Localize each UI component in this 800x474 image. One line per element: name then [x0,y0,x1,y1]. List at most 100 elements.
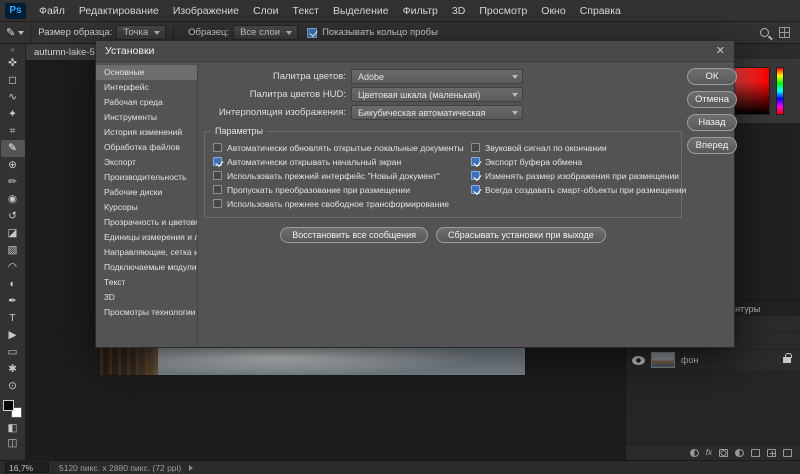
checkbox[interactable] [471,143,480,152]
menu-item[interactable]: 3D [445,0,472,21]
menu-item[interactable]: Выделение [326,0,396,21]
toolbar-collapse-icon[interactable]: » [10,45,14,55]
menu-item[interactable]: Просмотр [472,0,534,21]
brush-tool[interactable]: ✏ [1,174,25,191]
layer-effects-icon[interactable]: fx [706,448,712,457]
checkbox[interactable] [213,157,222,166]
color-picker-select[interactable]: Adobe [351,69,523,84]
dialog-title-bar[interactable]: Установки ✕ [96,41,734,62]
interpolation-select[interactable]: Бикубическая автоматическая [351,105,523,120]
blur-tool[interactable]: ◠ [1,259,25,276]
search-icon[interactable] [760,28,769,37]
checkbox[interactable] [213,171,222,180]
reset-all-warnings-button[interactable]: Восстановить все сообщения [280,227,428,243]
pen-tool[interactable]: ✒ [1,293,25,310]
preferences-category[interactable]: Направляющие, сетка и фрагменты [96,245,197,260]
checkbox[interactable] [471,157,480,166]
preferences-category[interactable]: Текст [96,275,197,290]
checkbox[interactable] [213,185,222,194]
workspace-switcher-icon[interactable] [779,27,790,38]
quick-selection-tool[interactable]: ✦ [1,106,25,123]
eyedropper-tool[interactable]: ✎ [1,140,25,157]
preferences-category[interactable]: Интерфейс [96,80,197,95]
history-brush-tool[interactable]: ↺ [1,208,25,225]
menu-item[interactable]: Справка [573,0,628,21]
preferences-category[interactable]: Прозрачность и цветовой охват [96,215,197,230]
layer-row-background[interactable]: фон [626,350,800,370]
menu-item[interactable]: Текст [286,0,326,21]
menu-item[interactable]: Файл [32,0,72,21]
checkbox-label: Звуковой сигнал по окончании [485,143,607,153]
dodge-tool[interactable]: ◐ [1,276,25,293]
cancel-button[interactable]: Отмена [687,91,737,108]
reset-preferences-on-quit-button[interactable]: Сбрасывать установки при выходе [436,227,606,243]
sample-size-select[interactable]: Точка [116,25,166,40]
eraser-tool[interactable]: ◪ [1,225,25,242]
gradient-tool[interactable]: ▧ [1,242,25,259]
lasso-tool[interactable]: ∿ [1,89,25,106]
preferences-category-list: Основные Интерфейс Рабочая среда Инструм… [96,62,198,347]
type-tool[interactable]: T [1,310,25,327]
preferences-category[interactable]: Основные [96,65,197,80]
preferences-category[interactable]: Обработка файлов [96,140,197,155]
menu-item[interactable]: Фильтр [396,0,445,21]
tool-preset-dropdown[interactable]: ✎ [0,22,31,43]
move-tool[interactable]: ✜ [1,55,25,72]
prev-button[interactable]: Назад [687,114,737,131]
new-layer-icon[interactable] [767,449,776,457]
preferences-category[interactable]: Курсоры [96,200,197,215]
next-button[interactable]: Вперед [687,137,737,154]
preferences-category[interactable]: Единицы измерения и линейки [96,230,197,245]
zoom-level-input[interactable]: 16,7% [5,462,49,473]
layer-thumbnail[interactable] [651,352,675,368]
close-icon[interactable]: ✕ [716,46,725,57]
zoom-tool[interactable]: ⊙ [1,378,25,395]
options-bar-right-icons [760,27,800,38]
crop-tool[interactable]: ⌗ [1,123,25,140]
sample-layers-select[interactable]: Все слои [233,25,298,40]
preferences-category[interactable]: Рабочая среда [96,95,197,110]
shape-tool[interactable]: ▭ [1,344,25,361]
ok-button[interactable]: ОК [687,68,737,85]
preferences-category[interactable]: История изменений [96,125,197,140]
menu-item[interactable]: Слои [246,0,286,21]
hud-color-picker-label: Палитра цветов HUD: [204,89,346,100]
menu-item[interactable]: Окно [534,0,572,21]
layer-mask-icon[interactable] [719,449,728,457]
foreground-color-swatch[interactable] [3,400,14,411]
preferences-category[interactable]: Экспорт [96,155,197,170]
show-sampling-ring-checkbox[interactable] [307,28,317,38]
rectangular-marquee-tool[interactable]: ◻ [1,72,25,89]
menu-item[interactable]: Изображение [166,0,246,21]
delete-layer-icon[interactable] [783,449,792,457]
checkbox[interactable] [213,199,222,208]
healing-brush-tool[interactable]: ⊕ [1,157,25,174]
clone-stamp-tool[interactable]: ◉ [1,191,25,208]
show-sampling-ring-label: Показывать кольцо пробы [322,27,438,38]
path-selection-tool[interactable]: ▶ [1,327,25,344]
preferences-dialog: Установки ✕ Основные Интерфейс Рабочая с… [95,40,735,348]
preferences-category[interactable]: Просмотры технологии [96,305,197,320]
checkbox[interactable] [213,143,222,152]
quick-mask-button[interactable]: ◧ [1,421,25,436]
color-swatches[interactable] [2,400,24,421]
layer-group-icon[interactable] [751,449,760,457]
checkbox[interactable] [471,171,480,180]
status-options-arrow[interactable] [189,465,193,471]
adjustment-layer-icon[interactable] [735,449,744,457]
preferences-category[interactable]: Инструменты [96,110,197,125]
hud-color-picker-select[interactable]: Цветовая шкала (маленькая) [351,87,523,102]
hue-strip[interactable] [776,67,784,115]
visibility-eye-icon[interactable] [632,356,645,365]
hand-tool[interactable]: ✱ [1,361,25,378]
sample-size-label: Размер образца: [38,27,112,38]
preferences-category[interactable]: Рабочие диски [96,185,197,200]
link-layers-icon[interactable] [690,449,699,457]
screen-mode-button[interactable]: ◫ [1,436,25,451]
menu-item[interactable]: Редактирование [72,0,166,21]
preferences-category[interactable]: Производительность [96,170,197,185]
preference-option-row: Использовать прежний интерфейс "Новый до… [213,169,471,182]
preferences-category[interactable]: Подключаемые модули [96,260,197,275]
checkbox[interactable] [471,185,480,194]
preferences-category[interactable]: 3D [96,290,197,305]
